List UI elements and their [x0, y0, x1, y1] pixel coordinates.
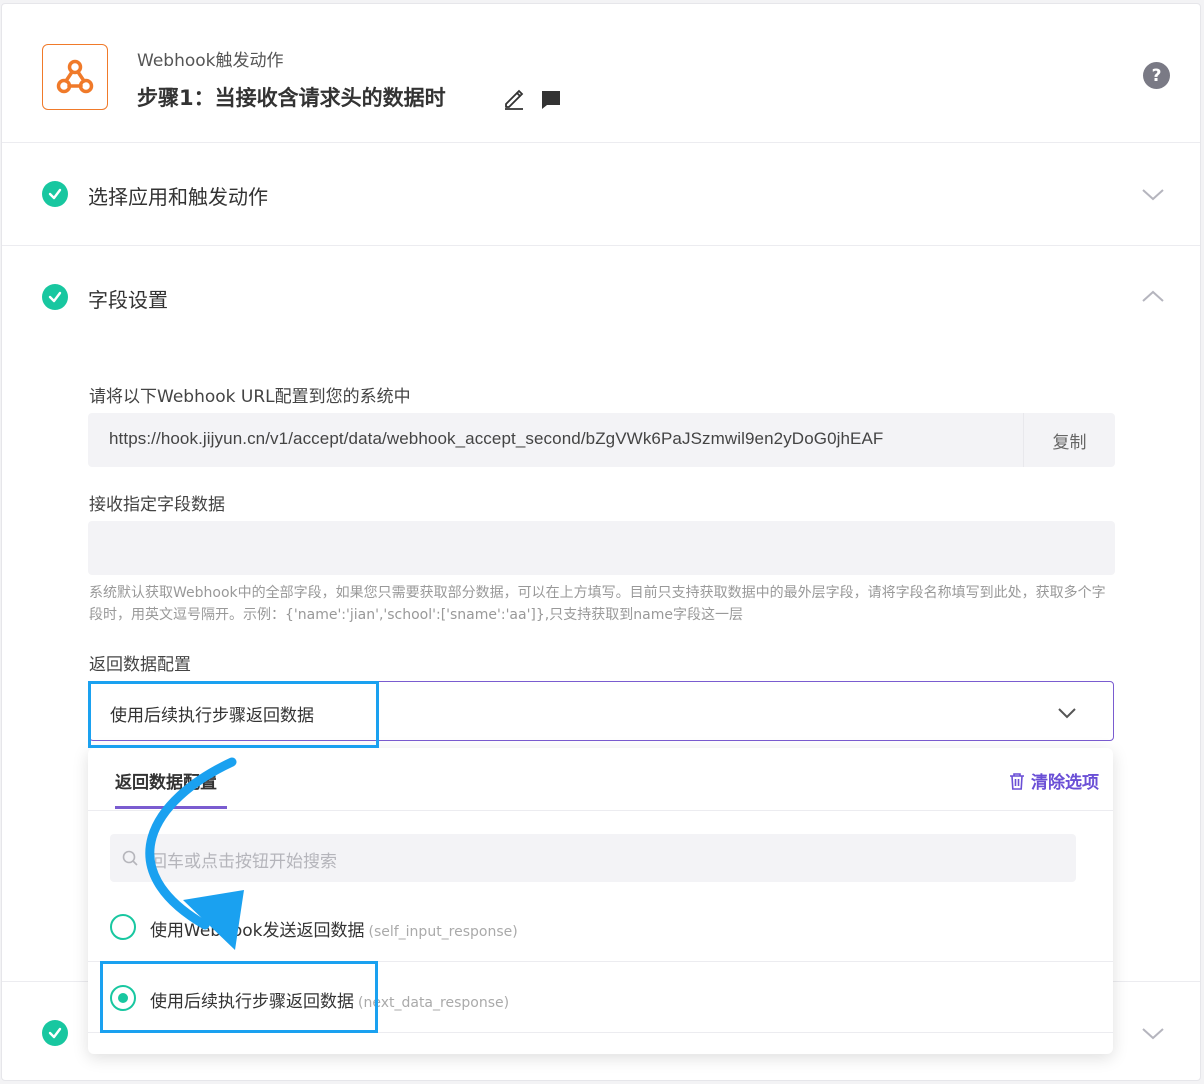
check-icon: [42, 181, 68, 207]
return-config-dropdown: 返回数据配置 清除选项 回车或点击按钮开始搜索 使用Webhook发送返回数据(…: [88, 748, 1113, 1054]
radio-selected[interactable]: [110, 985, 136, 1011]
return-config-value: 使用后续执行步骤返回数据: [110, 706, 314, 726]
trash-icon: [1010, 772, 1024, 790]
tab-underline: [115, 806, 227, 809]
return-config-label: 返回数据配置: [89, 655, 191, 675]
option-next-data-response[interactable]: 使用后续执行步骤返回数据 (next_data_response): [88, 963, 1113, 1033]
chevron-down-icon[interactable]: [1140, 181, 1166, 207]
webhook-url-label: 请将以下Webhook URL配置到您的系统中: [89, 387, 411, 407]
search-icon[interactable]: [122, 850, 138, 866]
copy-button[interactable]: 复制: [1023, 413, 1115, 467]
tab-return-config[interactable]: 返回数据配置: [115, 768, 217, 807]
edit-icon[interactable]: [502, 86, 526, 110]
radio-unselected[interactable]: [110, 914, 136, 940]
check-icon: [42, 284, 68, 310]
section-label-select-app: 选择应用和触发动作: [88, 185, 268, 209]
receive-fields-input[interactable]: [88, 521, 1115, 575]
option-label: 使用后续执行步骤返回数据: [150, 992, 354, 1012]
check-icon: [42, 1020, 68, 1046]
option-self-input-response[interactable]: 使用Webhook发送返回数据 (self_input_response): [88, 892, 1113, 962]
search-placeholder: 回车或点击按钮开始搜索: [150, 852, 337, 872]
step-header: Webhook触发动作 步骤1：当接收含请求头的数据时 ?: [2, 4, 1200, 143]
return-config-select[interactable]: 使用后续执行步骤返回数据: [89, 681, 1114, 741]
dropdown-search-input[interactable]: 回车或点击按钮开始搜索: [110, 834, 1076, 882]
clear-options-label: 清除选项: [1031, 773, 1099, 793]
webhook-url-field[interactable]: https://hook.jijyun.cn/v1/accept/data/we…: [88, 413, 1115, 467]
receive-fields-label: 接收指定字段数据: [89, 495, 225, 515]
chevron-down-icon[interactable]: [1140, 1020, 1166, 1046]
radio-dot: [118, 993, 128, 1003]
step-title: 步骤1：当接收含请求头的数据时: [137, 86, 446, 110]
webhook-url-value[interactable]: https://hook.jijyun.cn/v1/accept/data/we…: [109, 429, 1004, 449]
option-label: 使用Webhook发送返回数据: [150, 921, 365, 941]
comment-icon[interactable]: [539, 88, 563, 112]
option-code: (next_data_response): [358, 995, 510, 1011]
section-select-app[interactable]: 选择应用和触发动作: [2, 143, 1200, 246]
section-label-field-settings: 字段设置: [88, 288, 168, 312]
trigger-subtitle: Webhook触发动作: [137, 51, 284, 71]
webhook-icon: [56, 59, 94, 94]
clear-options-button[interactable]: 清除选项: [1009, 768, 1099, 793]
dropdown-divider: [88, 810, 1113, 811]
receive-fields-hint: 系统默认获取Webhook中的全部字段，如果您只需要获取部分数据，可以在上方填写…: [89, 585, 1106, 623]
chevron-down-icon: [1058, 708, 1076, 719]
option-code: (self_input_response): [368, 924, 518, 940]
chevron-up-icon[interactable]: [1140, 284, 1166, 310]
webhook-app-logo: [42, 44, 108, 110]
help-icon[interactable]: ?: [1143, 62, 1170, 89]
